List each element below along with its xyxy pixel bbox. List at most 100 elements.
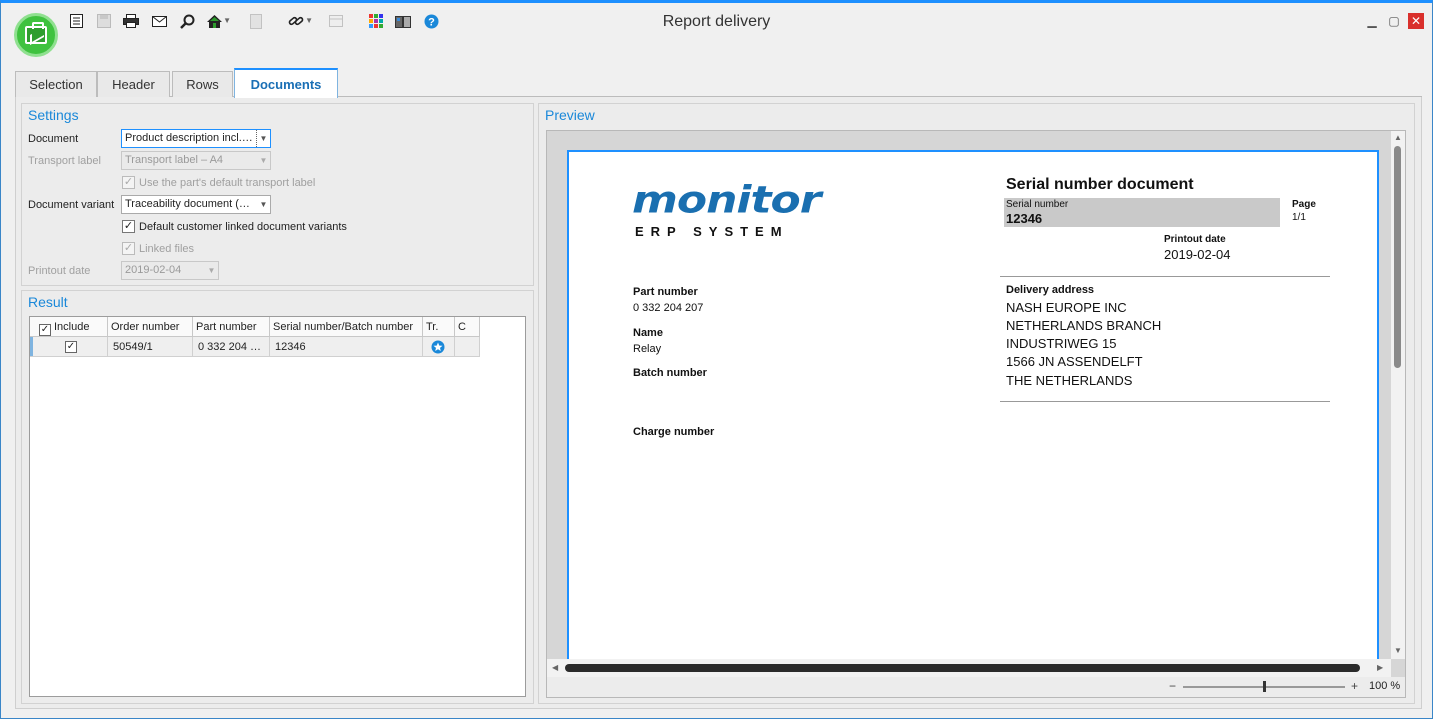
vertical-scroll-thumb[interactable] <box>1394 146 1401 368</box>
tab-documents[interactable]: Documents <box>234 68 338 98</box>
column-header-order-number[interactable]: Order number <box>108 317 193 337</box>
scroll-down-icon[interactable]: ▼ <box>1394 646 1402 655</box>
result-grid: ✓ Include Order number Part number Serial… <box>29 316 526 697</box>
scroll-right-icon[interactable]: ▶ <box>1377 663 1383 672</box>
scroll-up-icon[interactable]: ▲ <box>1394 133 1402 142</box>
book-icon[interactable] <box>394 12 412 30</box>
use-default-transport-text: Use the part's default transport label <box>139 176 316 189</box>
grid-color-icon[interactable] <box>367 12 385 30</box>
select-all-checkbox[interactable]: ✓ <box>39 324 51 336</box>
settings-group <box>21 103 534 286</box>
document-variant-value: Traceability document (… <box>125 198 250 210</box>
transport-label-select[interactable]: Transport label – A4 ▼ <box>121 151 271 170</box>
name-value: Relay <box>633 343 662 355</box>
logo-wordmark: monitor <box>632 178 821 222</box>
save-icon[interactable] <box>95 12 113 30</box>
zoom-out-icon[interactable]: − <box>1169 679 1176 693</box>
checkbox-box[interactable]: ✓ <box>122 176 135 189</box>
close-button[interactable]: ✕ <box>1408 13 1424 29</box>
table-row-serial[interactable]: 12346 <box>270 337 423 357</box>
result-title: Result <box>28 294 68 310</box>
zoom-slider-handle[interactable] <box>1263 681 1266 692</box>
help-icon[interactable]: ? <box>422 12 440 30</box>
column-header-serial-batch[interactable]: Serial number/Batch number <box>270 317 423 337</box>
use-default-transport-checkbox[interactable]: ✓ Use the part's default transport label <box>122 176 315 189</box>
column-header-tr[interactable]: Tr. <box>423 317 455 337</box>
page-label: Page <box>1292 199 1316 210</box>
name-label: Name <box>633 327 663 339</box>
tab-header[interactable]: Header <box>97 71 170 97</box>
column-header-part-number[interactable]: Part number <box>193 317 270 337</box>
table-row-order-number[interactable]: 50549/1 <box>108 337 193 357</box>
home-icon[interactable]: ▼ <box>205 12 231 30</box>
transport-label-label: Transport label <box>28 155 101 167</box>
title-bar: Report delivery ▼ ▼ ? ▁ ▢ ✕ <box>1 3 1432 39</box>
charge-number-label: Charge number <box>633 426 715 438</box>
scroll-left-icon[interactable]: ◀ <box>552 663 558 672</box>
address-line-2: NETHERLANDS BRANCH <box>1006 318 1162 333</box>
list-icon[interactable] <box>67 12 85 30</box>
calculator-icon[interactable] <box>247 12 265 30</box>
address-line-5: THE NETHERLANDS <box>1006 373 1133 388</box>
page-value: 1/1 <box>1292 212 1306 223</box>
app-logo-icon <box>14 13 58 57</box>
doc-printout-value: 2019-02-04 <box>1164 247 1231 262</box>
divider <box>1000 401 1330 402</box>
chevron-down-icon[interactable]: ▼ <box>256 130 270 147</box>
table-row-c[interactable] <box>455 337 480 357</box>
zoom-level: 100 % <box>1369 680 1401 692</box>
document-select-value: Product description incl.… <box>125 132 253 144</box>
preview-title: Preview <box>545 107 595 123</box>
linked-files-text: Linked files <box>139 242 195 255</box>
address-line-3: INDUSTRIWEG 15 <box>1006 336 1117 351</box>
chevron-down-icon[interactable]: ▼ <box>305 17 313 25</box>
mail-icon[interactable] <box>150 12 168 30</box>
transport-label-value: Transport label – A4 <box>125 154 224 166</box>
document-variant-select[interactable]: Traceability document (… ▼ <box>121 195 271 214</box>
divider <box>1000 276 1330 277</box>
address-line-4: 1566 JN ASSENDELFT <box>1006 354 1143 369</box>
tab-rows[interactable]: Rows <box>172 71 233 97</box>
minimize-button[interactable]: ▁ <box>1364 13 1380 29</box>
address-line-1: NASH EUROPE INC <box>1006 300 1127 315</box>
checkbox-box[interactable]: ✓ <box>122 242 135 255</box>
printout-date-select[interactable]: 2019-02-04 ▼ <box>121 261 219 280</box>
doc-printout-label: Printout date <box>1164 234 1226 245</box>
column-header-c[interactable]: C <box>455 317 480 337</box>
column-header-include[interactable]: ✓ Include <box>30 317 108 337</box>
linked-files-checkbox[interactable]: ✓ Linked files <box>122 242 194 255</box>
monitor-logo: monitor ERP SYSTEM <box>632 182 852 239</box>
batch-number-label: Batch number <box>633 367 707 379</box>
table-row-tr[interactable] <box>423 337 455 357</box>
horizontal-scrollbar[interactable]: ◀ ▶ <box>547 659 1391 677</box>
doc-heading: Serial number document <box>1006 176 1194 193</box>
zoom-bar: − + 100 % <box>547 677 1405 697</box>
part-number-label: Part number <box>633 286 698 298</box>
chevron-down-icon: ▼ <box>259 156 268 165</box>
chevron-down-icon[interactable]: ▼ <box>256 196 270 213</box>
printout-date-label: Printout date <box>28 265 91 277</box>
row-include-checkbox[interactable]: ✓ <box>65 341 77 353</box>
part-number-value: 0 332 204 207 <box>633 302 704 314</box>
table-icon[interactable] <box>327 12 345 30</box>
column-header-include-text: Include <box>54 321 90 333</box>
printout-date-value: 2019-02-04 <box>125 264 182 276</box>
tab-selection[interactable]: Selection <box>15 71 97 97</box>
search-icon[interactable] <box>178 12 196 30</box>
chevron-down-icon[interactable]: ▼ <box>223 17 231 25</box>
print-icon[interactable] <box>122 12 140 30</box>
table-row-part-number[interactable]: 0 332 204 … <box>193 337 270 357</box>
table-row-include-cell[interactable]: ✓ <box>33 337 108 357</box>
document-label: Document <box>28 133 79 145</box>
default-customer-variants-checkbox[interactable]: ✓ Default customer linked document varia… <box>122 220 347 233</box>
document-select[interactable]: Product description incl.… ▼ <box>121 129 271 148</box>
chevron-down-icon: ▼ <box>207 266 216 275</box>
serial-number-label: Serial number <box>1006 199 1069 210</box>
checkbox-box[interactable]: ✓ <box>122 220 135 233</box>
zoom-in-icon[interactable]: + <box>1351 679 1358 693</box>
traceability-icon[interactable] <box>431 340 445 354</box>
vertical-scrollbar[interactable]: ▲ ▼ <box>1391 131 1405 659</box>
link-icon[interactable]: ▼ <box>287 12 313 30</box>
horizontal-scroll-thumb[interactable] <box>565 664 1360 672</box>
maximize-button[interactable]: ▢ <box>1386 13 1402 29</box>
